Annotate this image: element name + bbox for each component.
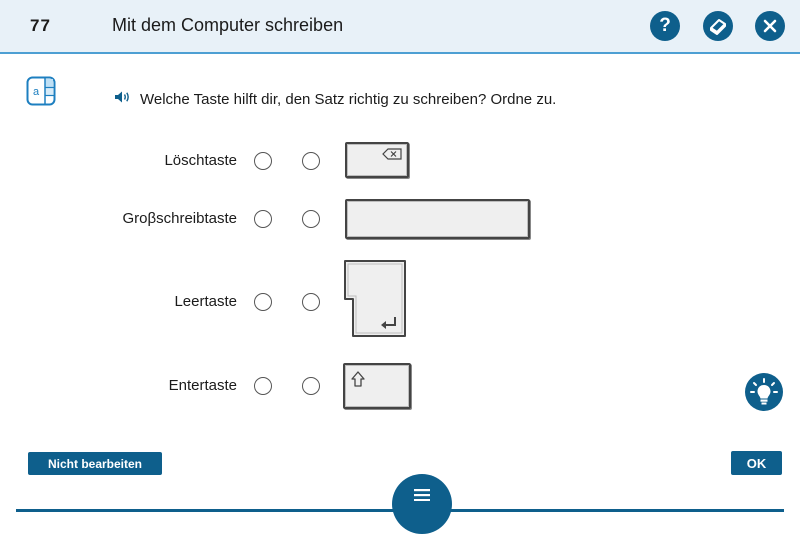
label-entertaste: Entertaste [168,377,237,394]
radio-left-1[interactable] [254,152,272,170]
help-button[interactable]: ? [650,11,680,41]
page-title: Mit dem Computer schreiben [112,15,344,35]
menu-icon [414,489,430,501]
radio-right-3[interactable] [302,293,320,311]
page-number: 77 [30,16,51,35]
close-icon [763,19,777,33]
lightbulb-icon [750,378,778,405]
task-type-icon: a [26,76,56,106]
header-bar: 77 Mit dem Computer schreiben ? [0,0,800,54]
shift-arrow-icon [351,371,365,387]
shift-key[interactable] [343,363,411,409]
label-leertaste: Leertaste [174,293,237,310]
radio-right-2[interactable] [302,210,320,228]
radio-left-4[interactable] [254,377,272,395]
radio-right-4[interactable] [302,377,320,395]
enter-key[interactable] [343,259,409,339]
question-icon: ? [659,15,671,36]
question-text-row: Welche Taste hilft dir, den Satz richtig… [114,90,556,108]
radio-right-1[interactable] [302,152,320,170]
ok-button[interactable]: OK [731,451,782,475]
book-icon [710,19,726,35]
label-loeschtaste: Löschtaste [164,152,237,169]
hint-button[interactable] [745,373,783,411]
question-text: Welche Taste hilft dir, den Satz richtig… [140,90,557,108]
label-grossschreibtaste: Groβschreibtaste [122,210,237,227]
radio-left-2[interactable] [254,210,272,228]
close-button[interactable] [755,11,785,41]
backspace-key[interactable] [345,142,409,178]
svg-text:a: a [33,86,40,98]
book-button[interactable] [703,11,733,41]
radio-left-3[interactable] [254,293,272,311]
menu-button[interactable] [392,474,452,534]
backspace-icon [382,148,402,160]
skip-button[interactable]: Nicht bearbeiten [28,452,162,475]
speaker-icon[interactable] [114,90,132,108]
space-key[interactable] [345,199,530,239]
